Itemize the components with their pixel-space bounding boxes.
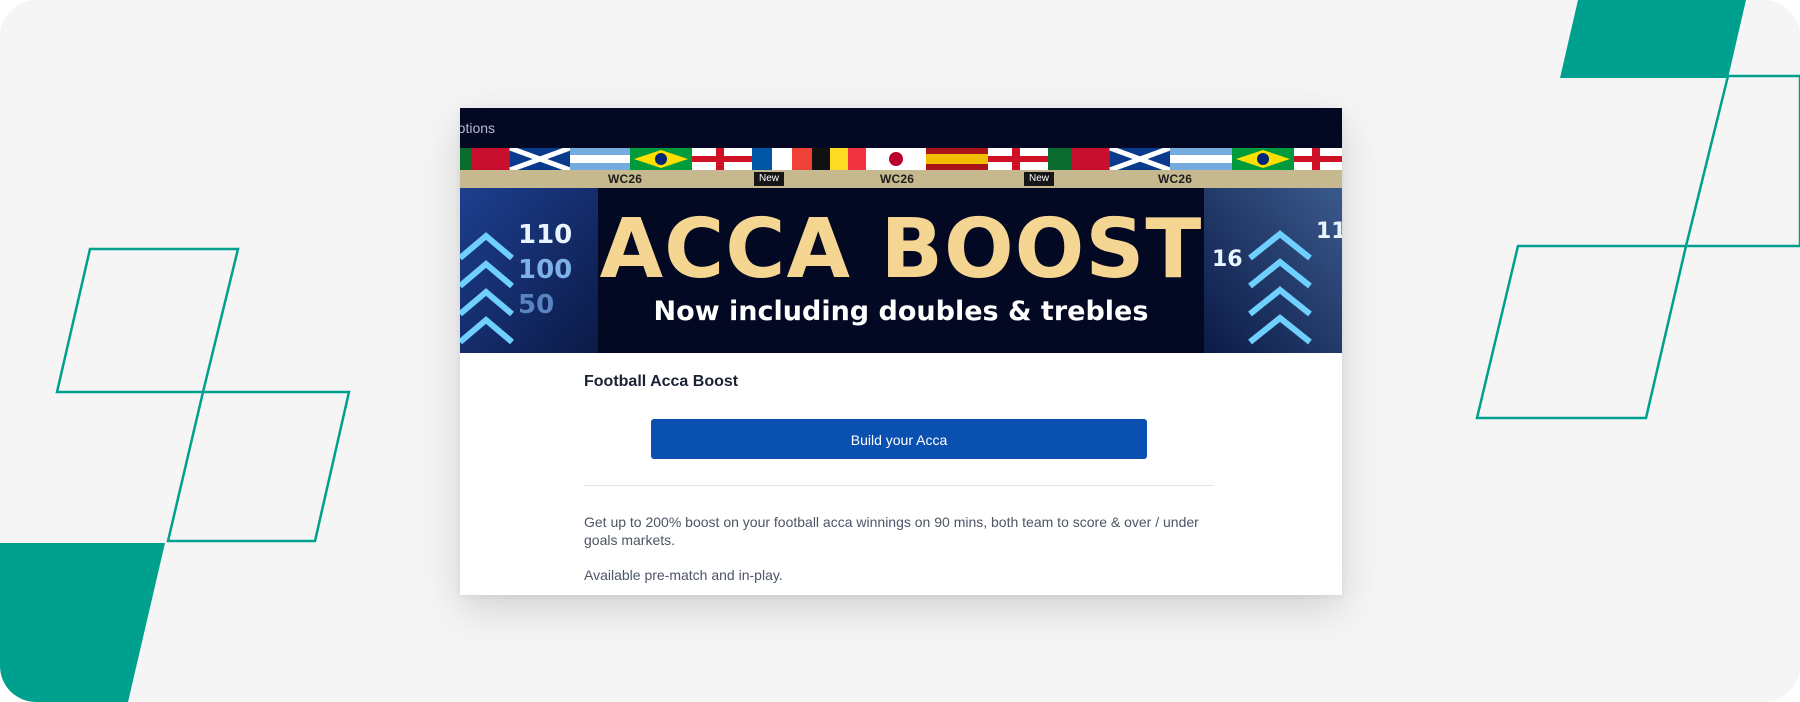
wc26-strip: WC26 New WC26 New WC26 xyxy=(460,170,1342,188)
flags-strip xyxy=(460,148,1342,170)
flag-brazil-icon xyxy=(630,148,692,170)
flag-scotland-2-icon xyxy=(1109,148,1171,170)
outline-parallelogram-right-2 xyxy=(1475,244,1688,420)
outline-parallelogram-left-1 xyxy=(55,247,240,394)
flag-brazil-2-icon xyxy=(1232,148,1294,170)
promo-description: Get up to 200% boost on your football ac… xyxy=(584,514,1199,548)
wc26-logo: WC26 xyxy=(880,172,915,186)
banner-subtitle: Now including doubles & trebles xyxy=(653,296,1149,327)
teal-parallelogram-bottom-left xyxy=(0,543,165,702)
flag-england-2-icon xyxy=(988,148,1048,170)
promotion-card: motions WC26 xyxy=(460,108,1342,595)
flag-france-icon xyxy=(752,148,812,170)
divider xyxy=(584,485,1214,486)
outline-parallelogram-right-1 xyxy=(1684,74,1800,248)
flag-portugal-icon xyxy=(460,148,510,170)
banner-title: ACCA BOOST xyxy=(599,202,1203,297)
flag-england-icon xyxy=(692,148,752,170)
availability-text: Available pre-match and in-play. xyxy=(584,567,783,583)
wc26-logo: WC26 xyxy=(608,172,643,186)
wc26-logo: WC26 xyxy=(1158,172,1193,186)
flag-portugal-2-icon xyxy=(1048,148,1110,170)
flag-japan-icon xyxy=(866,148,926,170)
flag-england-3-icon xyxy=(1294,148,1342,170)
acca-boost-banner[interactable]: 110 100 50 16 11 ACCA BOOST Now includin… xyxy=(460,188,1342,353)
promo-heading: Football Acca Boost xyxy=(584,373,739,390)
build-your-acca-button[interactable]: Build your Acca xyxy=(651,419,1147,459)
flag-belgium-icon xyxy=(812,148,866,170)
promotions-nav-link[interactable]: motions xyxy=(460,120,495,136)
teal-parallelogram-top-right xyxy=(1560,0,1746,78)
new-badge: New xyxy=(1024,172,1055,186)
flag-spain-icon xyxy=(926,148,988,170)
top-nav-bar: motions xyxy=(460,108,1342,148)
new-badge: New xyxy=(754,172,785,186)
background-canvas: motions WC26 xyxy=(0,0,1800,702)
flag-scotland-icon xyxy=(509,148,571,170)
outline-parallelogram-left-2 xyxy=(166,390,351,543)
